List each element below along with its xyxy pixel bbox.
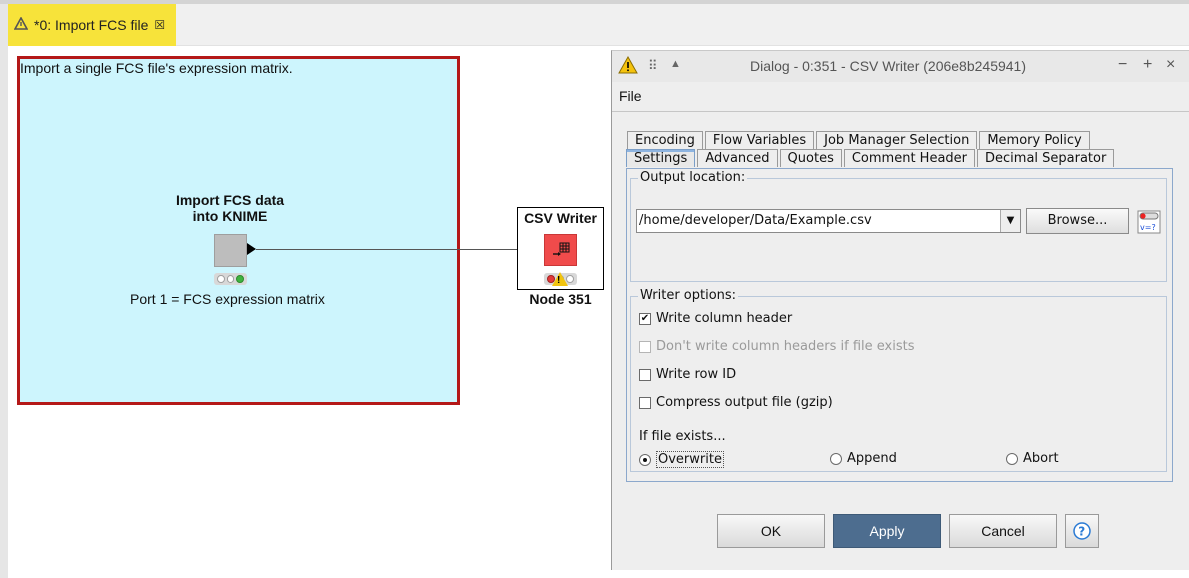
node-warning-mark: ! [557,275,561,286]
if-file-exists-label: If file exists... [639,429,726,444]
cancel-button[interactable]: Cancel [949,514,1057,548]
status-light [226,275,235,283]
tab-settings[interactable]: Settings [626,149,696,167]
tab-row-2: Settings Advanced Quotes Comment Header … [626,149,1116,167]
minimize-icon[interactable]: − [1118,56,1127,74]
csv-writer-node-label: Node 351 [529,291,592,307]
output-location-group: Output location: /home/developer/Data/Ex… [630,170,1167,282]
checkmark-icon: ✔ [639,312,651,325]
help-button[interactable]: ? [1065,514,1099,548]
metanode-status-lights [214,273,247,285]
overwrite-radio[interactable]: Overwrite [639,451,724,468]
checkbox-box [639,396,651,409]
close-icon[interactable]: ☒ [154,18,165,32]
editor-tabstrip [8,4,1189,46]
tab-job-manager-selection[interactable]: Job Manager Selection [816,131,978,149]
overwrite-label: Overwrite [656,451,724,468]
radio-icon [830,452,842,465]
tab-comment-header[interactable]: Comment Header [843,149,976,167]
csv-writer-node-icon[interactable] [544,234,577,266]
radio-icon [1006,452,1018,465]
write-row-id-checkbox[interactable]: Write row ID [639,367,736,382]
left-edge [0,4,8,578]
warning-icon [618,55,638,77]
metanode-output-port[interactable] [247,243,256,255]
dialog-menubar: File [612,82,1189,112]
output-location-legend: Output location: [638,170,748,185]
collapse-icon[interactable]: ▲ [670,58,681,70]
append-radio[interactable]: Append [830,451,897,466]
abort-radio[interactable]: Abort [1006,451,1059,466]
tab-decimal-separator[interactable]: Decimal Separator [977,149,1115,167]
writer-options-group: Writer options: ✔ Write column header Do… [630,288,1167,472]
menu-file[interactable]: File [619,88,642,104]
compress-output-checkbox[interactable]: Compress output file (gzip) [639,395,833,410]
tab-advanced[interactable]: Advanced [697,149,778,167]
csv-writer-dialog: ⠿ ▲ Dialog - 0:351 - CSV Writer (206e8b2… [611,50,1189,570]
metanode-title-line1: Import FCS data [175,192,285,208]
workflow-tab-title: *0: Import FCS file [34,17,149,33]
tab-quotes[interactable]: Quotes [779,149,842,167]
flow-variable-icon[interactable]: v=? [1137,210,1161,234]
metanode-port-text: Port 1 = FCS expression matrix [130,291,325,307]
dialog-titlebar[interactable]: ⠿ ▲ Dialog - 0:351 - CSV Writer (206e8b2… [612,51,1189,82]
metanode-icon[interactable] [214,234,247,267]
status-light [236,275,245,283]
radio-selected-icon [639,453,651,466]
tab-flow-variables[interactable]: Flow Variables [704,131,815,149]
close-icon[interactable]: × [1166,56,1175,74]
workflow-annotation[interactable] [17,56,460,405]
help-icon: ? [1073,522,1091,540]
warning-icon [13,16,29,33]
dont-write-headers-checkbox: Don't write column headers if file exist… [639,339,914,354]
metanode-title-line2: into KNIME [192,208,268,224]
svg-text:?: ? [1078,525,1085,539]
abort-label: Abort [1023,451,1059,466]
browse-button[interactable]: Browse... [1026,208,1129,234]
compress-output-label: Compress output file (gzip) [656,395,833,410]
node-connection[interactable] [256,249,536,250]
tab-row-1: Encoding Flow Variables Job Manager Sele… [627,131,1092,149]
maximize-icon[interactable]: + [1143,56,1152,74]
grip-icon[interactable]: ⠿ [648,58,658,74]
tab-encoding[interactable]: Encoding [627,131,703,149]
annotation-text: Import a single FCS file's expression ma… [20,60,293,76]
metanode-title: Import FCS data into KNIME [150,192,310,224]
ok-button[interactable]: OK [717,514,825,548]
tab-memory-policy[interactable]: Memory Policy [979,131,1090,149]
checkbox-box [639,368,651,381]
write-row-id-label: Write row ID [656,367,737,382]
svg-text:v=?: v=? [1140,223,1156,232]
apply-button[interactable]: Apply [833,514,941,548]
output-path-value: /home/developer/Data/Example.csv [639,213,872,228]
write-column-header-label: Write column header [656,311,793,326]
write-column-header-checkbox[interactable]: ✔ Write column header [639,311,792,326]
dialog-title: Dialog - 0:351 - CSV Writer (206e8b24594… [750,58,1027,74]
settings-panel: Output location: /home/developer/Data/Ex… [626,168,1173,482]
append-label: Append [847,451,897,466]
dont-write-headers-label: Don't write column headers if file exist… [656,339,915,354]
writer-options-legend: Writer options: [638,288,739,303]
csv-writer-node-title: CSV Writer [524,210,597,226]
workflow-editor-tab[interactable]: *0: Import FCS file ☒ [8,4,176,46]
checkbox-box [639,340,651,353]
status-light [217,275,225,283]
chevron-down-icon[interactable]: ▼ [1000,210,1020,232]
output-path-combobox[interactable]: /home/developer/Data/Example.csv ▼ [636,209,1021,233]
